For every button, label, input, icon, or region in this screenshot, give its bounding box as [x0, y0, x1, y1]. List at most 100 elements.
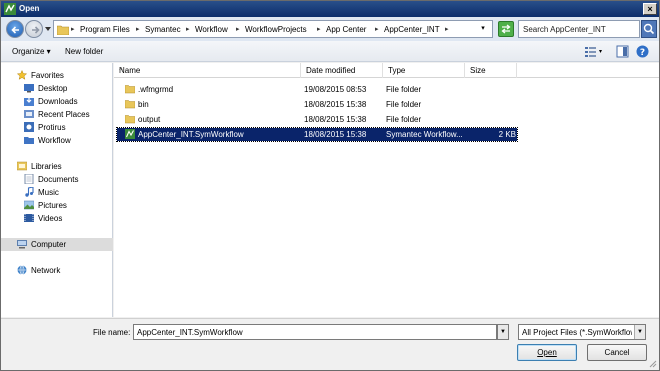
nav-item-pictures[interactable]: Pictures [1, 199, 113, 212]
file-name-input[interactable] [133, 324, 497, 340]
nav-item-label: Documents [38, 175, 79, 184]
nav-item-protirus[interactable]: Protirus [1, 121, 113, 134]
recent-locations-dropdown-icon[interactable] [45, 26, 51, 32]
nav-item-downloads[interactable]: Downloads [1, 95, 113, 108]
resize-grip-icon[interactable] [647, 358, 657, 368]
file-type-filter-select[interactable]: All Project Files (*.SymWorkflow ▼ [518, 324, 646, 340]
nav-favorites-label: Favorites [31, 71, 64, 80]
address-bar[interactable]: ▸ Program Files ▸ Symantec ▸ Workflow ▸ … [53, 20, 493, 38]
close-button[interactable]: × [643, 3, 657, 15]
refresh-icon [501, 24, 511, 34]
documents-icon [24, 174, 34, 184]
breadcrumb-separator: ▸ [317, 26, 321, 33]
new-folder-button[interactable]: New folder [65, 47, 103, 56]
nav-libraries-label: Libraries [31, 162, 62, 171]
column-header-type[interactable]: Type [383, 63, 465, 78]
breadcrumb-app-center[interactable]: App Center [326, 25, 366, 34]
breadcrumb-appcenter-int[interactable]: AppCenter_INT [384, 25, 440, 34]
nav-item-videos[interactable]: Videos [1, 212, 113, 225]
nav-item-label: Recent Places [38, 110, 90, 119]
back-arrow-icon [11, 26, 19, 34]
cancel-button[interactable]: Cancel [587, 344, 647, 361]
breadcrumb-separator: ▸ [236, 26, 240, 33]
downloads-icon [24, 96, 34, 106]
nav-item-desktop[interactable]: Desktop [1, 82, 113, 95]
file-row[interactable]: .wfmgrmd 19/08/2015 08:53 File folder [117, 83, 517, 96]
search-placeholder: Search AppCenter_INT [523, 25, 606, 34]
file-row[interactable]: bin 18/08/2015 15:38 File folder [117, 98, 517, 111]
file-date: 18/08/2015 15:38 [304, 100, 367, 109]
breadcrumb-separator: ▸ [136, 26, 140, 33]
file-row-selected[interactable]: AppCenter_INT.SymWorkflow 18/08/2015 15:… [116, 127, 518, 142]
nav-computer-label: Computer [31, 240, 67, 249]
breadcrumb-symantec[interactable]: Symantec [145, 25, 181, 34]
change-view-icon[interactable] [584, 45, 597, 58]
forward-arrow-icon [32, 26, 40, 34]
music-icon [25, 187, 34, 197]
breadcrumb-program-files[interactable]: Program Files [80, 25, 130, 34]
view-dropdown-icon[interactable]: ▾ [599, 48, 602, 55]
nav-item-label: Pictures [38, 201, 67, 210]
column-header-date-modified[interactable]: Date modified [301, 63, 383, 78]
help-icon[interactable]: ? [636, 45, 649, 58]
file-date: 19/08/2015 08:53 [304, 85, 367, 94]
svg-text:?: ? [640, 48, 645, 58]
videos-icon [24, 214, 34, 222]
breadcrumb-separator: ▸ [445, 26, 449, 33]
nav-item-recent-places[interactable]: Recent Places [1, 108, 113, 121]
nav-item-label: Desktop [38, 84, 68, 93]
folder-icon [125, 85, 135, 94]
search-button[interactable] [641, 20, 657, 38]
pictures-icon [24, 200, 34, 210]
computer-icon [17, 240, 27, 249]
nav-libraries[interactable]: Libraries [1, 160, 113, 173]
preview-pane-icon[interactable] [616, 45, 629, 58]
column-header-size[interactable]: Size [465, 63, 517, 78]
refresh-button[interactable] [498, 21, 514, 37]
open-button[interactable]: Open [517, 344, 577, 361]
nav-computer[interactable]: Computer [1, 238, 113, 251]
title-bar: Open × [1, 1, 659, 17]
nav-network[interactable]: Network [1, 264, 113, 277]
folder-icon [125, 115, 135, 124]
file-type: File folder [386, 100, 422, 109]
file-name-dropdown-icon[interactable]: ▼ [497, 324, 509, 340]
file-name: bin [138, 100, 149, 109]
organize-button[interactable]: Organize ▾ [12, 47, 51, 56]
nav-item-documents[interactable]: Documents [1, 173, 113, 186]
dialog-footer: File name: ▼ All Project Files (*.SymWor… [1, 318, 659, 370]
breadcrumb-workflow[interactable]: Workflow [195, 25, 228, 34]
folder-icon [125, 100, 135, 109]
nav-network-label: Network [31, 266, 61, 275]
file-name-label: File name: [93, 328, 131, 337]
breadcrumb-separator: ▸ [186, 26, 190, 33]
recent-places-icon [24, 110, 34, 118]
forward-button[interactable] [25, 20, 43, 38]
nav-item-music[interactable]: Music [1, 186, 113, 199]
command-toolbar: Organize ▾ New folder ▾ ? [1, 41, 659, 62]
nav-item-workflow[interactable]: Workflow [1, 134, 113, 147]
nav-favorites[interactable]: Favorites [1, 69, 113, 82]
file-name: .wfmgrmd [138, 85, 174, 94]
star-icon [17, 70, 27, 80]
desktop-icon [24, 84, 34, 93]
address-dropdown-icon[interactable]: ▾ [476, 23, 490, 35]
file-row[interactable]: output 18/08/2015 15:38 File folder [117, 113, 517, 126]
column-header-name[interactable]: Name ^ [114, 63, 301, 78]
search-input[interactable]: Search AppCenter_INT [518, 20, 640, 38]
file-date: 18/08/2015 15:38 [304, 130, 367, 139]
column-headers: Name ^ Date modified Type Size [114, 63, 659, 78]
nav-item-label: Music [38, 188, 59, 197]
navigation-pane: Favorites Desktop Downloads Recent Place… [1, 63, 113, 317]
nav-item-label: Downloads [38, 97, 78, 106]
back-button[interactable] [6, 20, 24, 38]
breadcrumb-separator: ▸ [71, 26, 75, 33]
file-type: File folder [386, 115, 422, 124]
breadcrumb-separator: ▸ [375, 26, 379, 33]
libraries-icon [17, 161, 27, 171]
breadcrumb-workflowprojects[interactable]: WorkflowProjects [245, 25, 307, 34]
sort-ascending-icon: ^ [119, 66, 123, 75]
file-date: 18/08/2015 15:38 [304, 115, 367, 124]
column-header-label: Date modified [306, 66, 356, 75]
workflow-folder-icon [24, 137, 34, 144]
